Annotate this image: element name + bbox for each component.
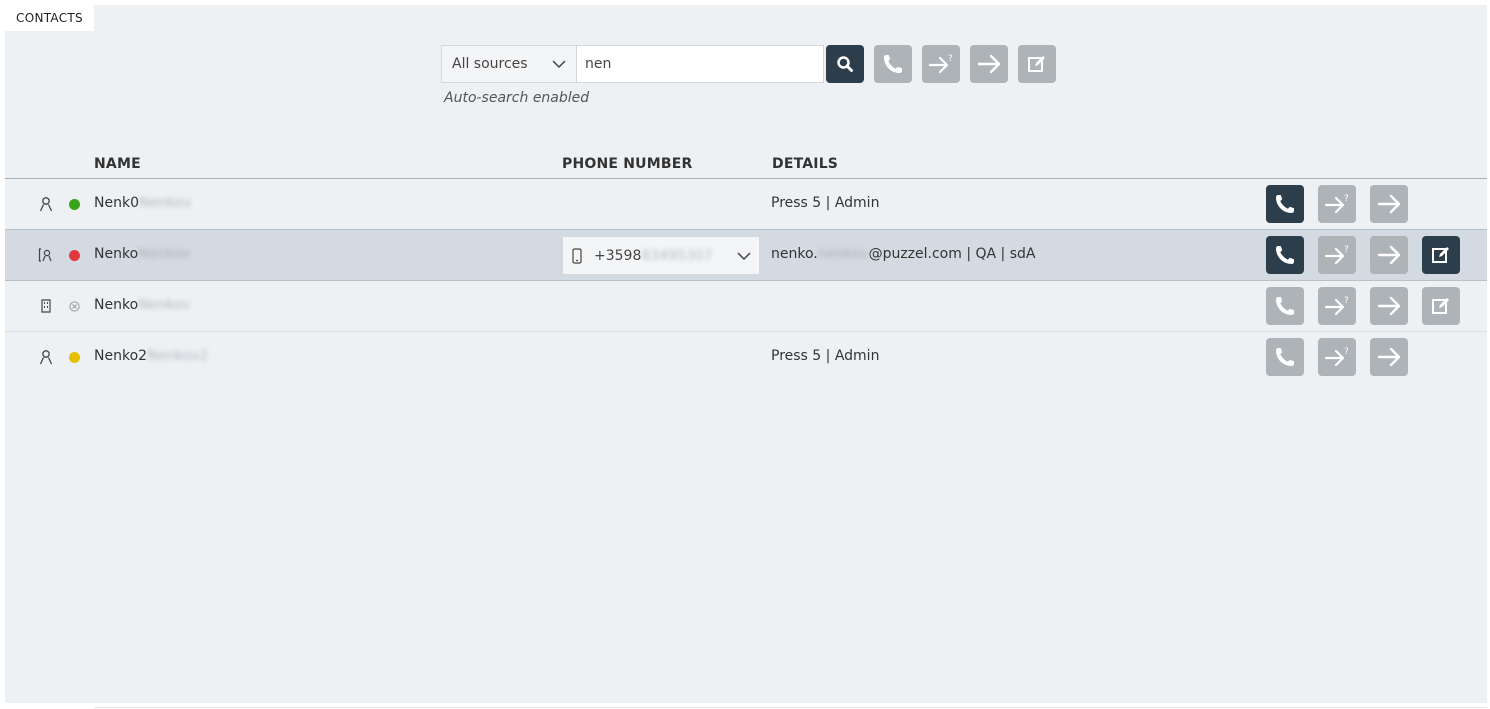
- transfer-button[interactable]: [1370, 287, 1408, 325]
- mobile-phone-icon: [572, 247, 582, 264]
- person-icon: [39, 197, 53, 212]
- transfer-button[interactable]: [1370, 185, 1408, 223]
- phone-icon: [1276, 246, 1294, 264]
- consult-transfer-icon: ?: [1324, 347, 1349, 367]
- table-row[interactable]: NenkoNenkov ?: [5, 281, 1487, 332]
- table-row[interactable]: Nenko2Nenkov2 Press 5 | Admin ?: [5, 332, 1487, 382]
- status-available-dot: [69, 199, 80, 210]
- table-row-selected[interactable]: NenkoNenkov +359883495307 nenko.nenkov@p…: [5, 229, 1487, 281]
- phone-icon: [1276, 297, 1294, 315]
- call-button[interactable]: [1266, 338, 1304, 376]
- edit-button[interactable]: [1422, 236, 1460, 274]
- search-icon: [837, 56, 853, 72]
- consult-transfer-icon: ?: [1324, 194, 1349, 214]
- consult-transfer-icon: ?: [1324, 245, 1349, 265]
- person-icon: [39, 350, 53, 365]
- phone-number-select[interactable]: +359883495307: [562, 236, 760, 275]
- contact-details: Press 5 | Admin: [771, 348, 880, 364]
- consult-transfer-icon: ?: [928, 54, 953, 74]
- column-header-name: NAME: [94, 156, 141, 172]
- search-input[interactable]: [576, 45, 824, 83]
- edit-icon: [1432, 298, 1449, 314]
- phone-icon: [1276, 195, 1294, 213]
- transfer-button[interactable]: [1370, 338, 1408, 376]
- building-icon: [41, 299, 51, 313]
- contact-details: nenko.nenkov@puzzel.com | QA | sdA: [771, 246, 1036, 262]
- arrow-right-icon: [1377, 347, 1401, 367]
- transfer-button[interactable]: [1370, 236, 1408, 274]
- contact-name: NenkoNenkov: [94, 246, 191, 262]
- contact-name: NenkoNenkov: [94, 297, 191, 313]
- table-row[interactable]: Nenk0Nenkov Press 5 | Admin ?: [5, 179, 1487, 230]
- source-select-value: All sources: [452, 56, 528, 72]
- svg-text:?: ?: [1344, 194, 1349, 204]
- svg-text:?: ?: [1344, 296, 1349, 306]
- consult-transfer-button[interactable]: ?: [1318, 236, 1356, 274]
- top-consult-transfer-button[interactable]: ?: [922, 45, 960, 83]
- status-away-dot: [69, 352, 80, 363]
- top-transfer-button[interactable]: [970, 45, 1008, 83]
- auto-search-note: Auto-search enabled: [444, 90, 590, 106]
- chevron-down-icon: [552, 60, 566, 68]
- chevron-down-icon: [737, 251, 751, 260]
- source-select[interactable]: All sources: [441, 45, 576, 83]
- consult-transfer-button[interactable]: ?: [1318, 287, 1356, 325]
- arrow-right-icon: [1377, 296, 1401, 316]
- bottom-divider: [94, 707, 1487, 708]
- svg-text:?: ?: [1344, 245, 1349, 255]
- column-header-phone: PHONE NUMBER: [562, 156, 693, 172]
- edit-icon: [1432, 247, 1449, 263]
- call-button[interactable]: [1266, 236, 1304, 274]
- status-busy-dot: [69, 250, 80, 261]
- search-bar: All sources: [441, 45, 824, 83]
- top-call-button[interactable]: [874, 45, 912, 83]
- consult-transfer-button[interactable]: ?: [1318, 338, 1356, 376]
- call-button[interactable]: [1266, 185, 1304, 223]
- tab-contacts[interactable]: CONTACTS: [5, 5, 94, 31]
- arrow-right-icon: [1377, 194, 1401, 214]
- edit-icon: [1028, 56, 1045, 72]
- phone-icon: [884, 55, 902, 73]
- svg-text:?: ?: [1344, 347, 1349, 357]
- consult-transfer-icon: ?: [1324, 296, 1349, 316]
- contact-name: Nenk0Nenkov: [94, 195, 192, 211]
- top-edit-button[interactable]: [1018, 45, 1056, 83]
- search-button[interactable]: [826, 45, 864, 83]
- consult-transfer-button[interactable]: ?: [1318, 185, 1356, 223]
- edit-button[interactable]: [1422, 287, 1460, 325]
- contact-card-icon: [38, 248, 52, 262]
- contact-details: Press 5 | Admin: [771, 195, 880, 211]
- status-offline-icon: [69, 301, 80, 312]
- call-button[interactable]: [1266, 287, 1304, 325]
- phone-number-value: +359883495307: [594, 247, 713, 264]
- phone-icon: [1276, 348, 1294, 366]
- svg-text:?: ?: [948, 54, 953, 64]
- column-header-details: DETAILS: [772, 156, 839, 172]
- arrow-right-icon: [977, 54, 1001, 74]
- arrow-right-icon: [1377, 245, 1401, 265]
- contact-name: Nenko2Nenkov2: [94, 348, 209, 364]
